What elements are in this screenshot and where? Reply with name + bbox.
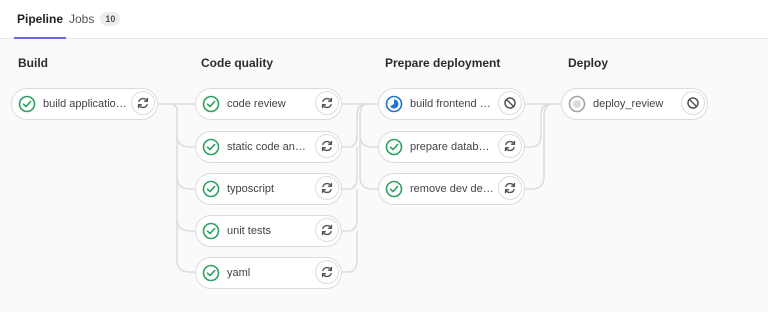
check-circle-icon — [202, 138, 220, 156]
pending-circle-icon — [568, 95, 586, 113]
job-name: unit tests — [227, 225, 272, 237]
running-circle-icon — [385, 95, 403, 113]
job-prepare-database[interactable]: prepare databas... — [378, 131, 525, 163]
retry-button[interactable] — [315, 260, 339, 284]
cancel-icon — [504, 97, 516, 109]
job-deploy-review[interactable]: deploy_review — [561, 88, 708, 120]
job-yaml[interactable]: yaml — [195, 257, 342, 289]
retry-icon — [321, 266, 333, 278]
check-circle-icon — [202, 264, 220, 282]
job-unit-tests[interactable]: unit tests — [195, 215, 342, 247]
stage-title-prepare-deployment: Prepare deployment — [385, 56, 501, 70]
check-circle-icon — [202, 95, 220, 113]
retry-icon — [504, 140, 516, 152]
job-name: build frontend as... — [410, 98, 494, 110]
job-build-application[interactable]: build application ... — [11, 88, 158, 120]
cancel-button[interactable] — [681, 91, 705, 115]
retry-button[interactable] — [315, 218, 339, 242]
job-name: prepare databas... — [410, 141, 494, 153]
job-name: static code analy... — [227, 141, 311, 153]
check-circle-icon — [202, 222, 220, 240]
stage-title-deploy: Deploy — [568, 56, 609, 70]
retry-icon — [321, 182, 333, 194]
job-build-frontend-assets[interactable]: build frontend as... — [378, 88, 525, 120]
retry-icon — [321, 224, 333, 236]
stage-title-code-quality: Code quality — [201, 56, 274, 70]
tab-jobs[interactable]: Jobs 10 — [69, 0, 121, 38]
retry-button[interactable] — [498, 176, 522, 200]
job-name: build application ... — [43, 98, 127, 110]
retry-icon — [321, 97, 333, 109]
tab-pipeline-label: Pipeline — [17, 12, 64, 26]
job-name: yaml — [227, 267, 251, 279]
tab-jobs-label: Jobs — [69, 12, 95, 26]
retry-icon — [321, 140, 333, 152]
check-circle-icon — [385, 138, 403, 156]
job-typoscript[interactable]: typoscript — [195, 173, 342, 205]
job-static-code-analysis[interactable]: static code analy... — [195, 131, 342, 163]
tab-pipeline[interactable]: Pipeline — [14, 0, 67, 39]
retry-icon — [137, 97, 149, 109]
job-code-review[interactable]: code review — [195, 88, 342, 120]
retry-icon — [504, 182, 516, 194]
jobs-count-badge: 10 — [100, 12, 121, 26]
check-circle-icon — [385, 180, 403, 198]
check-circle-icon — [18, 95, 36, 113]
retry-button[interactable] — [315, 91, 339, 115]
cancel-icon — [687, 97, 699, 109]
job-name: code review — [227, 98, 286, 110]
check-circle-icon — [202, 180, 220, 198]
job-remove-dev-dependencies[interactable]: remove dev dep... — [378, 173, 525, 205]
job-name: deploy_review — [593, 98, 664, 110]
retry-button[interactable] — [498, 134, 522, 158]
stage-title-build: Build — [18, 56, 48, 70]
job-name: typoscript — [227, 183, 275, 195]
retry-button[interactable] — [315, 176, 339, 200]
retry-button[interactable] — [131, 91, 155, 115]
retry-button[interactable] — [315, 134, 339, 158]
cancel-button[interactable] — [498, 91, 522, 115]
pipeline-tabs: Pipeline Jobs 10 — [0, 0, 768, 39]
job-name: remove dev dep... — [410, 183, 494, 195]
